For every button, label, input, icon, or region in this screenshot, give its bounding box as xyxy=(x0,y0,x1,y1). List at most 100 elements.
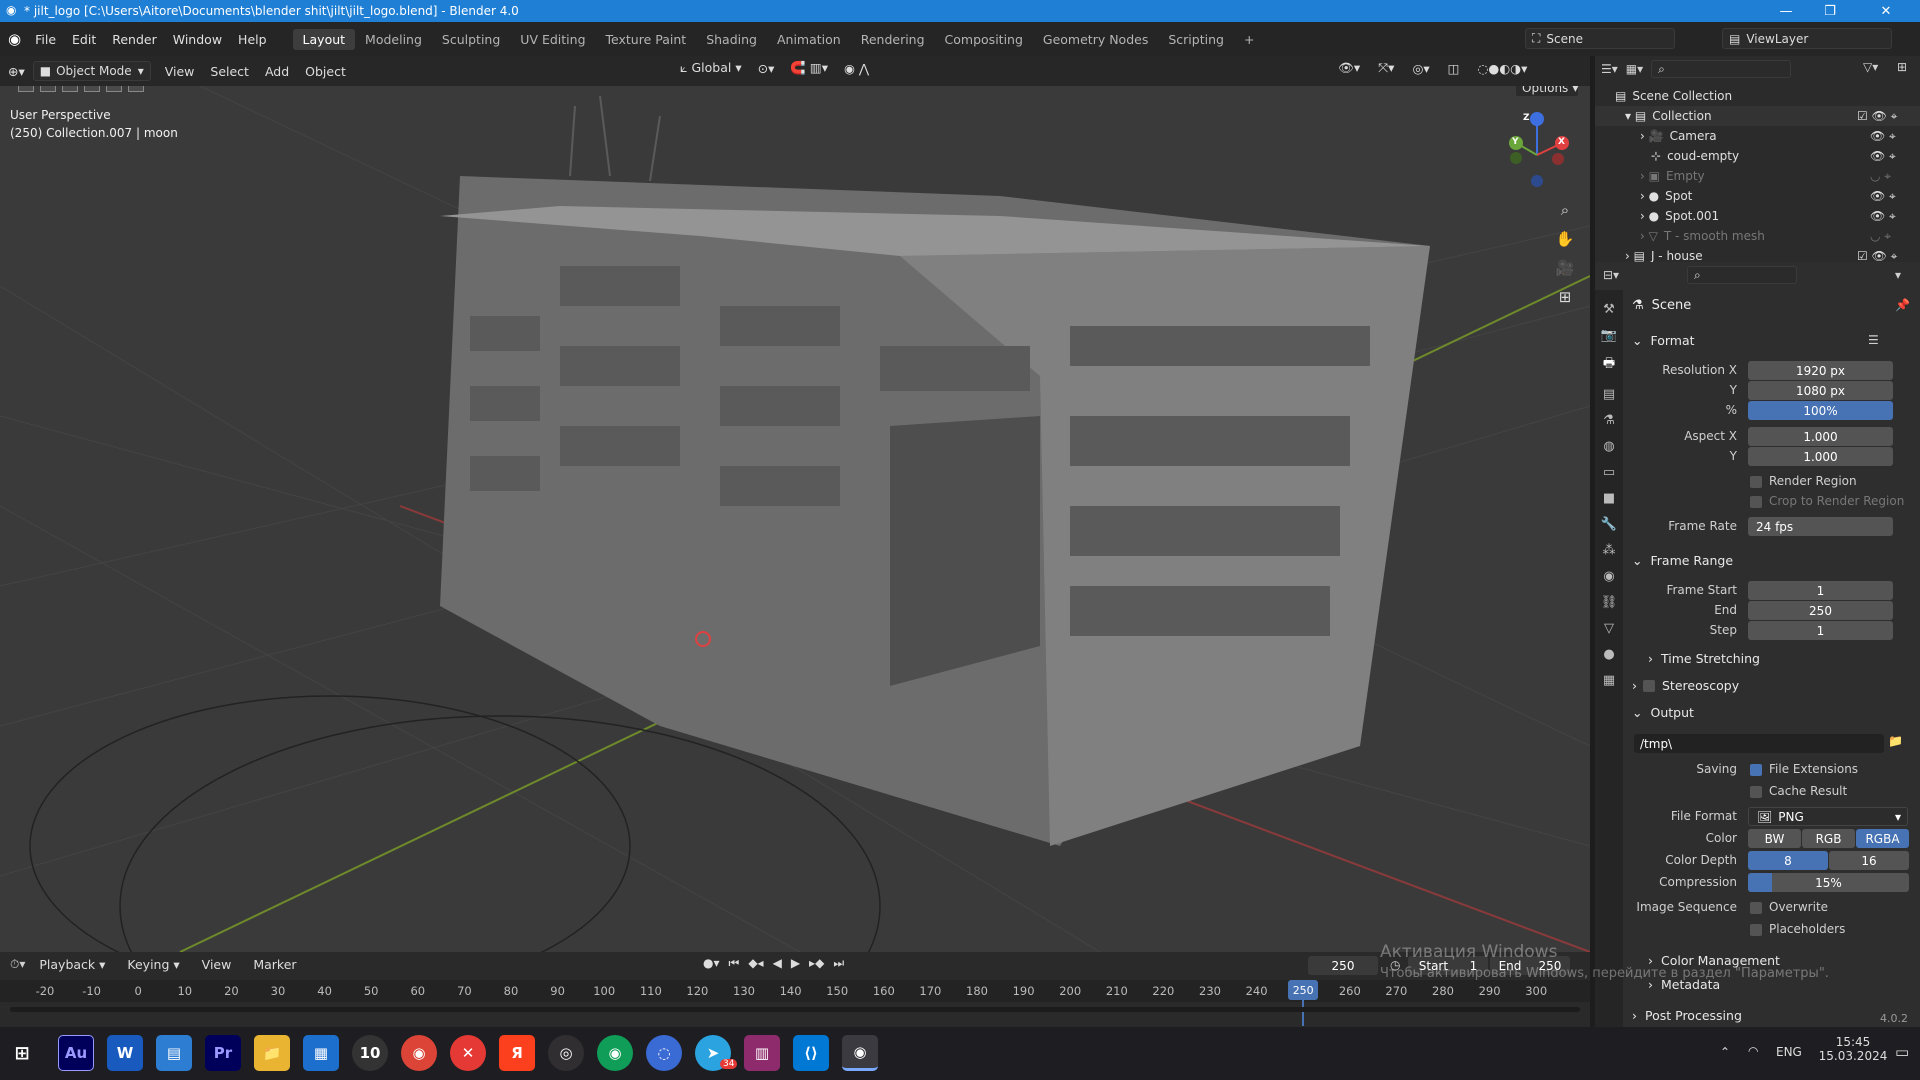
language-indicator[interactable]: ENG xyxy=(1776,1045,1802,1059)
overwrite-checkbox[interactable]: Overwrite xyxy=(1750,900,1828,914)
zoom-icon[interactable]: ⌕ xyxy=(1552,196,1578,225)
xmind-icon[interactable]: ✕ xyxy=(450,1035,486,1071)
menu-render[interactable]: Render xyxy=(104,32,165,47)
filter-icon[interactable]: ▽▾ xyxy=(1863,60,1878,74)
properties-options-icon[interactable]: ▾ xyxy=(1895,268,1901,282)
proportional-edit-icon[interactable]: ◉ ⋀ xyxy=(836,61,877,76)
menu-object[interactable]: Object xyxy=(297,64,354,79)
new-collection-icon[interactable]: ⊞ xyxy=(1897,60,1907,74)
notifications-icon[interactable]: ▭ xyxy=(1895,1043,1909,1061)
chrome-icon[interactable]: ◉ xyxy=(401,1035,437,1071)
select-mode-buttons[interactable] xyxy=(18,86,146,92)
pin-icon[interactable]: 📌 xyxy=(1895,298,1910,312)
start-icon[interactable]: ⊞ xyxy=(4,1035,40,1071)
select-box-icon[interactable] xyxy=(18,86,34,92)
frame-range-section-header[interactable]: ⌄ Frame Range xyxy=(1632,553,1733,568)
outliner-row-collection[interactable]: ▾ ▤ Collection ☑ 👁 ⌖ xyxy=(1595,106,1920,126)
close-button[interactable]: ✕ xyxy=(1852,0,1920,22)
time-stretching-header[interactable]: › Time Stretching xyxy=(1648,651,1760,666)
object-tab-icon[interactable]: ■ xyxy=(1603,491,1615,506)
app-circle-icon[interactable]: ◌ xyxy=(646,1035,682,1071)
output-section-header[interactable]: ⌄ Output xyxy=(1632,705,1694,720)
explorer-icon[interactable]: 📁 xyxy=(254,1035,290,1071)
clock[interactable]: 15:45 15.03.2024 xyxy=(1818,1035,1888,1063)
color-depth-8-button[interactable]: 8 xyxy=(1748,851,1828,870)
outliner-row-spot[interactable]: › ● Spot 👁 ⌖ xyxy=(1595,186,1920,206)
properties-search-input[interactable]: ⌕ xyxy=(1687,266,1797,284)
collection-tab-icon[interactable]: ▭ xyxy=(1603,465,1615,480)
file-extensions-checkbox[interactable]: File Extensions xyxy=(1750,762,1858,776)
file-format-dropdown[interactable]: 🖼 PNG ▾ xyxy=(1748,807,1908,826)
timeline-scrollbar[interactable] xyxy=(10,1007,1580,1012)
minimize-button[interactable]: — xyxy=(1764,0,1808,22)
tab-geometry-nodes[interactable]: Geometry Nodes xyxy=(1033,29,1158,50)
options-button[interactable]: Options ▾ xyxy=(1515,86,1579,97)
blender-menu-icon[interactable]: ◉ xyxy=(8,30,21,48)
frame-start-field[interactable]: 1 xyxy=(1748,581,1893,600)
menu-timeline-view[interactable]: View xyxy=(194,957,240,972)
select-extend-icon[interactable] xyxy=(62,86,78,92)
crop-region-checkbox[interactable]: Crop to Render Region xyxy=(1750,494,1904,508)
outliner-row-t-smooth-mesh[interactable]: › ▽ T - smooth mesh ◡ ⌖ xyxy=(1595,226,1920,246)
menu-marker[interactable]: Marker xyxy=(245,957,304,972)
stereoscopy-checkbox[interactable] xyxy=(1643,679,1655,692)
record-icon[interactable]: ●▾ xyxy=(703,956,720,971)
tab-compositing[interactable]: Compositing xyxy=(935,29,1033,50)
output-path-input[interactable]: /tmp\ xyxy=(1634,734,1884,753)
properties-editor-icon[interactable]: ⊟▾ xyxy=(1603,268,1619,282)
tab-animation[interactable]: Animation xyxy=(767,29,851,50)
gizmo-x-label[interactable]: X xyxy=(1558,137,1570,147)
chrome-profile-icon[interactable]: ◉ xyxy=(597,1035,633,1071)
tab-uv-editing[interactable]: UV Editing xyxy=(510,29,595,50)
resolution-x-field[interactable]: 1920 px xyxy=(1748,361,1893,380)
select-intersect-icon[interactable] xyxy=(128,86,144,92)
camera-view-icon[interactable]: 🎥 xyxy=(1552,254,1578,283)
yandex-icon[interactable]: Я xyxy=(499,1035,535,1071)
texture-tab-icon[interactable]: ▦ xyxy=(1603,673,1615,688)
frame-step-field[interactable]: 1 xyxy=(1748,621,1893,640)
tab-shading[interactable]: Shading xyxy=(696,29,767,50)
tab-scripting[interactable]: Scripting xyxy=(1158,29,1234,50)
snap-icon[interactable]: 🧲 ▥▾ xyxy=(782,60,836,76)
menu-playback[interactable]: Playback ▾ xyxy=(31,957,113,972)
play-icon[interactable]: ▶ xyxy=(791,956,800,971)
view-layer-selector[interactable]: ▤ ViewLayer xyxy=(1722,28,1892,49)
tab-layout[interactable]: Layout xyxy=(292,28,356,50)
frame-rate-dropdown[interactable]: 24 fps xyxy=(1748,517,1893,536)
3d-viewport[interactable]: Z X Y User Perspective (250) Collection.… xyxy=(0,86,1590,952)
tab-sculpting[interactable]: Sculpting xyxy=(432,29,510,50)
gizmo-icon[interactable]: ⤧▾ xyxy=(1370,60,1402,76)
folder-icon[interactable]: 📁 xyxy=(1888,734,1903,748)
current-frame-field[interactable]: 250 xyxy=(1308,956,1378,975)
color-rgba-button[interactable]: RGBA xyxy=(1856,829,1909,848)
jump-start-icon[interactable]: ⏮ xyxy=(729,956,740,971)
outliner-editor-icon[interactable]: ☰▾ xyxy=(1601,62,1618,76)
gizmo-z-label[interactable]: Z xyxy=(1523,113,1535,123)
blender-icon[interactable]: ◉ xyxy=(842,1035,878,1071)
frame-ruler[interactable]: -20 -10 0 10 20 30 40 50 60 70 80 90 100 110 120 130 140… xyxy=(0,980,1590,1002)
aspect-y-field[interactable]: 1.000 xyxy=(1748,447,1893,466)
prev-keyframe-icon[interactable]: ◆◂ xyxy=(748,956,763,971)
outliner-row-empty[interactable]: › ▣ Empty ◡ ⌖ xyxy=(1595,166,1920,186)
presets-icon[interactable]: ☰ xyxy=(1868,333,1879,347)
notepad-icon[interactable]: ▤ xyxy=(156,1035,192,1071)
menu-select[interactable]: Select xyxy=(202,64,257,79)
select-new-icon[interactable] xyxy=(40,86,56,92)
menu-keying[interactable]: Keying ▾ xyxy=(119,957,187,972)
menu-file[interactable]: File xyxy=(27,32,64,47)
tab-rendering[interactable]: Rendering xyxy=(851,29,935,50)
tray-chevron-icon[interactable]: ⌃ xyxy=(1720,1045,1730,1059)
tab-modeling[interactable]: Modeling xyxy=(355,29,432,50)
physics-tab-icon[interactable]: ◉ xyxy=(1603,569,1614,584)
menu-help[interactable]: Help xyxy=(230,32,275,47)
editor-type-icon[interactable]: ⊕▾ xyxy=(0,64,33,79)
app-10-icon[interactable]: 10 xyxy=(352,1035,388,1071)
particles-tab-icon[interactable]: ⁂ xyxy=(1603,543,1616,558)
outliner-search-input[interactable]: ⌕ xyxy=(1651,60,1792,78)
display-mode-icon[interactable]: ▦▾ xyxy=(1626,62,1643,76)
jump-end-icon[interactable]: ⏭ xyxy=(833,956,844,971)
store-icon[interactable]: ▦ xyxy=(303,1035,339,1071)
vscode-icon[interactable]: ⟨⟩ xyxy=(793,1035,829,1071)
transform-orientation[interactable]: ⟀ Global ▾ xyxy=(672,60,750,76)
material-tab-icon[interactable]: ● xyxy=(1603,647,1614,662)
